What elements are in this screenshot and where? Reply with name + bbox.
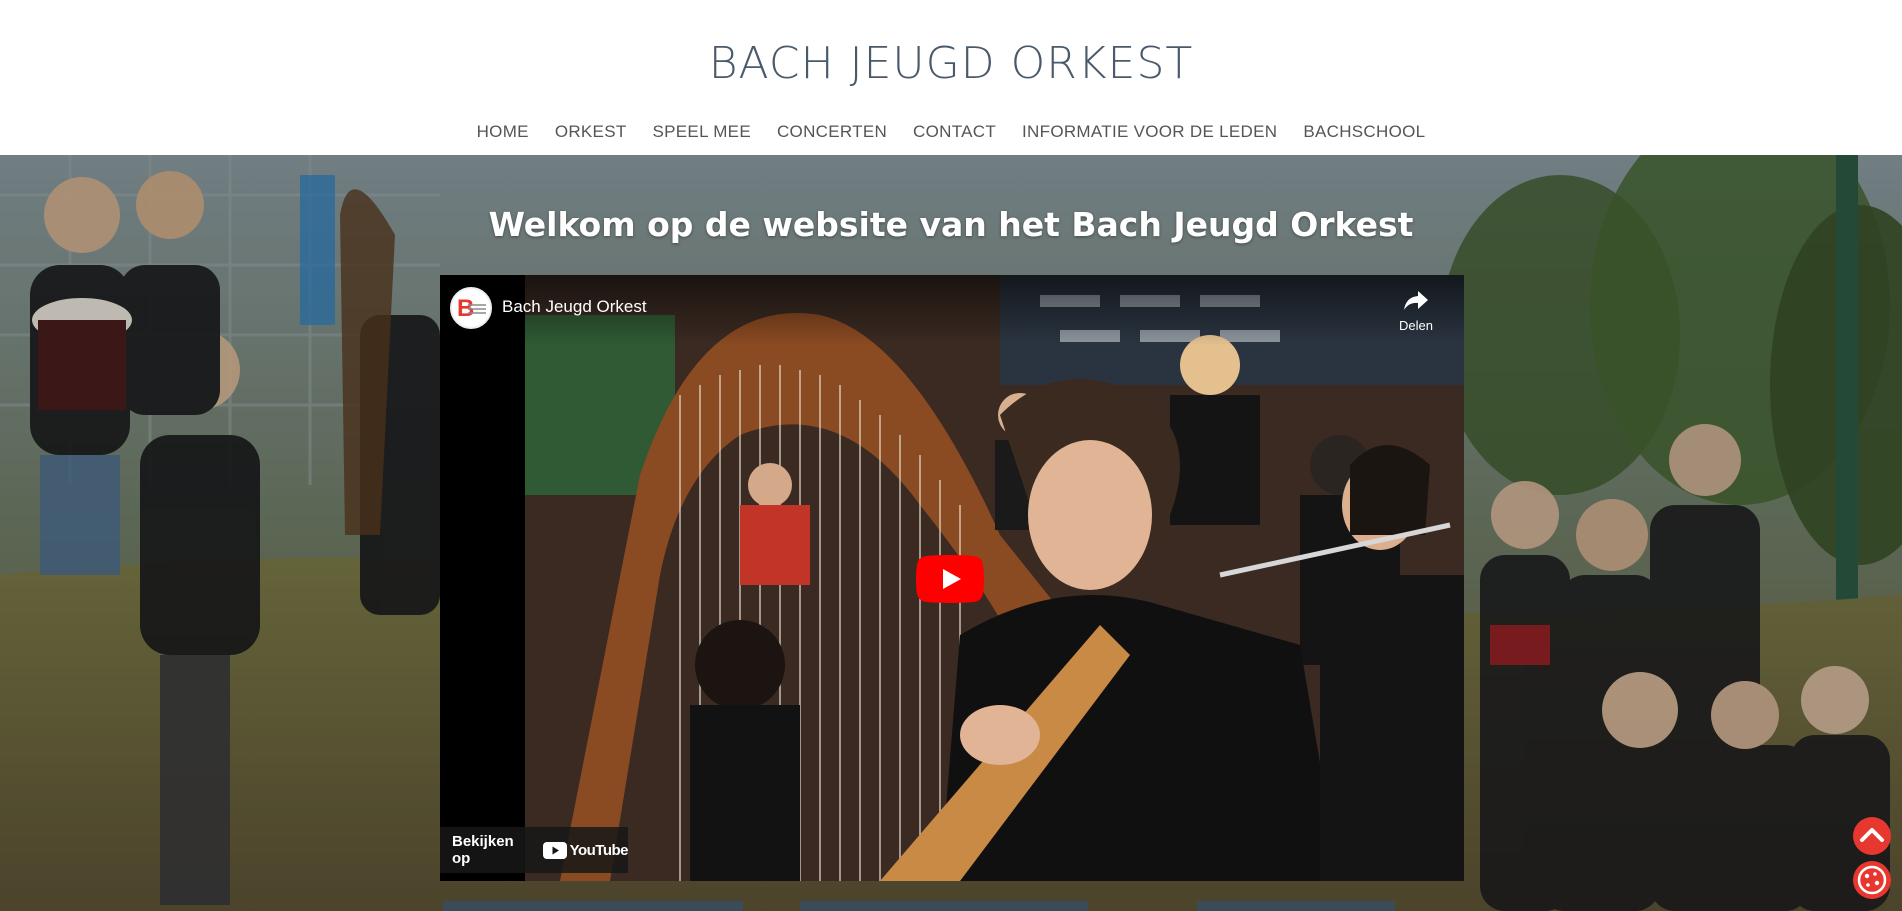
share-button[interactable]: Delen [1392,289,1440,333]
cookie-icon [1857,865,1887,895]
nav-informatie-voor-de-leden[interactable]: INFORMATIE VOOR DE LEDEN [1009,122,1290,142]
share-icon [1404,291,1428,310]
site-title[interactable]: BACH JEUGD ORKEST [0,38,1902,89]
watch-on-youtube-button[interactable]: Bekijken op YouTube [440,827,629,873]
watch-on-label: Bekijken op [452,833,514,867]
peek-button-1[interactable] [443,901,743,911]
youtube-logo: YouTube [542,841,629,859]
youtube-video-player[interactable]: B Bach Jeugd Orkest Delen Bekijken op Yo… [440,275,1464,881]
youtube-icon [542,841,567,859]
nav-concerten[interactable]: CONCERTEN [764,122,900,142]
hero-section: Welkom op de website van het Bach Jeugd … [0,155,1902,911]
play-icon [916,555,984,603]
nav-orkest[interactable]: ORKEST [542,122,640,142]
nav-bachschool[interactable]: BACHSCHOOL [1290,122,1438,142]
video-title[interactable]: Bach Jeugd Orkest [502,297,647,317]
cookie-settings-button[interactable] [1853,861,1891,899]
peek-button-3[interactable] [1197,901,1395,911]
share-label: Delen [1399,318,1433,333]
nav-contact[interactable]: CONTACT [900,122,1009,142]
scroll-to-top-button[interactable] [1853,817,1891,855]
nav-home[interactable]: HOME [464,122,542,142]
nav-speel-mee[interactable]: SPEEL MEE [640,122,764,142]
channel-logo-icon: B [452,289,490,327]
hero-heading: Welkom op de website van het Bach Jeugd … [488,205,1414,244]
peek-button-2[interactable] [800,901,1088,911]
site-header: BACH JEUGD ORKEST HOME ORKEST SPEEL MEE … [0,0,1902,155]
youtube-wordmark: YouTube [569,841,629,859]
chevron-up-icon [1860,828,1884,842]
main-nav: HOME ORKEST SPEEL MEE CONCERTEN CONTACT … [0,122,1902,142]
channel-logo[interactable]: B [450,287,492,329]
play-button[interactable] [916,555,984,603]
